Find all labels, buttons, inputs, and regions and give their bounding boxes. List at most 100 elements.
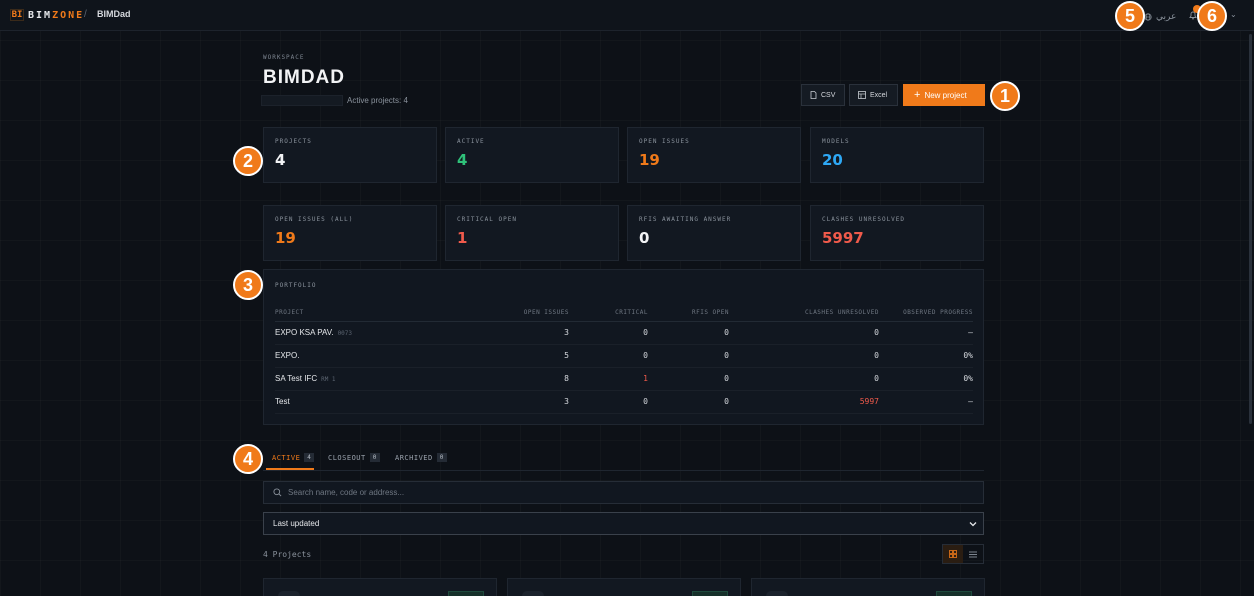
breadcrumb-workspace[interactable]: BIMDad <box>97 9 131 19</box>
rfis-cell: 0 <box>648 344 729 368</box>
globe-icon <box>1144 12 1152 21</box>
clashes-cell: 0 <box>729 367 879 391</box>
progress-cell: — <box>879 321 973 345</box>
critical-cell: 0 <box>569 321 648 345</box>
tab-count: 4 <box>304 453 315 462</box>
open-cell: 3 <box>445 390 569 414</box>
table-row[interactable]: SA Test IFC RM 1 8 1 0 0 0% <box>275 367 973 391</box>
stat-card-open-issues: OPEN ISSUES 19 <box>627 127 801 183</box>
file-icon <box>810 91 817 99</box>
portfolio-title: PORTFOLIO <box>275 282 317 289</box>
stat-card-open-issues-all: OPEN ISSUES (ALL) 19 <box>263 205 437 261</box>
stat-label: PROJECTS <box>275 138 312 145</box>
search-input[interactable] <box>288 488 968 497</box>
project-name-cell[interactable]: SA Test IFC RM 1 <box>275 367 445 391</box>
column-header[interactable]: OPEN ISSUES <box>445 304 569 322</box>
portfolio-table: PROJECT OPEN ISSUES CRITICAL RFIS OPEN CLASH… <box>275 304 973 414</box>
sort-select[interactable]: Last updated <box>263 512 984 535</box>
tab-archived[interactable]: ARCHIVED 0 <box>395 453 447 462</box>
column-header[interactable]: CLASHES UNRESOLVED <box>729 304 879 322</box>
logo[interactable]: BI BIMZONE <box>10 9 84 21</box>
tab-count: 0 <box>369 453 380 462</box>
stat-card-rfis-awaiting-answer: RFIS AWAITING ANSWER 0 <box>627 205 801 261</box>
page-title: BIMDAD <box>263 67 345 88</box>
export-csv-button[interactable]: CSV <box>801 84 845 106</box>
table-row[interactable]: Test 3 0 0 5997— <box>275 390 973 414</box>
tab-count: 0 <box>436 453 447 462</box>
stat-value: 1 <box>457 229 468 247</box>
grid-icon <box>949 550 957 558</box>
stat-value: 19 <box>639 151 660 169</box>
project-card[interactable] <box>751 578 985 596</box>
clashes-cell: 0 <box>729 344 879 368</box>
column-header[interactable]: OBSERVED PROGRESS <box>879 304 973 322</box>
project-status-tabs: ACTIVE 4 CLOSEOUT 0 ARCHIVED 0 <box>263 447 984 471</box>
project-name-cell[interactable]: Test <box>275 390 445 414</box>
tab-closeout[interactable]: CLOSEOUT 0 <box>328 453 380 462</box>
new-project-label: New project <box>924 90 967 100</box>
open-cell: 8 <box>445 367 569 391</box>
stat-value: 0 <box>639 229 650 247</box>
open-cell: 5 <box>445 344 569 368</box>
project-code: RM 1 <box>321 376 336 383</box>
csv-label: CSV <box>821 91 836 99</box>
column-header[interactable]: RFIS OPEN <box>648 304 729 322</box>
stat-card-active: ACTIVE 4 <box>445 127 619 183</box>
language-switcher[interactable]: عربي <box>1144 11 1176 22</box>
chevron-down-icon[interactable]: ⌄ <box>1230 10 1237 19</box>
project-name: Test <box>275 397 290 406</box>
workspace-eyebrow: WORKSPACE <box>263 54 305 61</box>
project-name-cell[interactable]: EXPO KSA PAV. 0073 <box>275 321 445 345</box>
table-row[interactable]: EXPO. 5 0 0 0 0% <box>275 344 973 368</box>
project-name-cell[interactable]: EXPO. <box>275 344 445 368</box>
project-name: EXPO. <box>275 351 300 360</box>
project-code: 0073 <box>337 330 353 337</box>
new-project-button[interactable]: + New project <box>903 84 985 106</box>
project-card[interactable] <box>263 578 497 596</box>
grid-view-button[interactable] <box>943 545 963 563</box>
sort-selected-label: Last updated <box>273 519 320 528</box>
progress-cell: — <box>879 390 973 414</box>
list-icon <box>969 551 977 557</box>
stat-label: MODELS <box>822 138 850 145</box>
project-card[interactable] <box>507 578 741 596</box>
portfolio-panel: PORTFOLIO PROJECT OPEN ISSUES CRITICAL RFIS… <box>263 269 984 425</box>
workspace-meta-placeholder <box>261 95 343 106</box>
project-count: 4 Projects <box>263 550 312 559</box>
logo-mark: BI <box>10 9 24 21</box>
table-icon <box>858 91 866 99</box>
language-label: عربي <box>1156 11 1177 21</box>
project-name: EXPO KSA PAV. <box>275 328 334 337</box>
stat-label: ACTIVE <box>457 138 485 145</box>
stat-label: CLASHES UNRESOLVED <box>822 216 906 223</box>
annotation-badge-4: 4 <box>233 444 263 474</box>
clashes-cell: 5997 <box>729 390 879 414</box>
rfis-cell: 0 <box>648 367 729 391</box>
active-tab-indicator <box>266 468 314 470</box>
search-icon <box>273 488 282 497</box>
excel-label: Excel <box>870 91 888 99</box>
critical-cell: 0 <box>569 390 648 414</box>
logo-text: BIMZONE <box>28 9 85 21</box>
stat-card-projects: PROJECTS 4 <box>263 127 437 183</box>
stat-card-clashes-unresolved: CLASHES UNRESOLVED 5997 <box>810 205 984 261</box>
table-row[interactable]: EXPO KSA PAV. 0073 3 0 0 0— <box>275 321 973 345</box>
stat-value: 5997 <box>822 229 864 247</box>
annotation-badge-1: 1 <box>990 81 1020 111</box>
rfis-cell: 0 <box>648 390 729 414</box>
stat-label: RFIS AWAITING ANSWER <box>639 216 732 223</box>
project-name: SA Test IFC <box>275 374 318 383</box>
column-header[interactable]: CRITICAL <box>569 304 648 322</box>
export-excel-button[interactable]: Excel <box>849 84 898 106</box>
column-header[interactable]: PROJECT <box>275 304 445 322</box>
progress-cell: 0% <box>879 367 973 391</box>
breadcrumb-separator: / <box>84 9 87 20</box>
search-box <box>263 481 984 504</box>
stat-value: 19 <box>275 229 296 247</box>
annotation-badge-3: 3 <box>233 270 263 300</box>
tab-active[interactable]: ACTIVE 4 <box>272 453 315 462</box>
annotation-badge-5: 5 <box>1115 1 1145 31</box>
scrollbar[interactable] <box>1249 34 1252 424</box>
list-view-button[interactable] <box>963 545 983 563</box>
critical-cell: 0 <box>569 344 648 368</box>
